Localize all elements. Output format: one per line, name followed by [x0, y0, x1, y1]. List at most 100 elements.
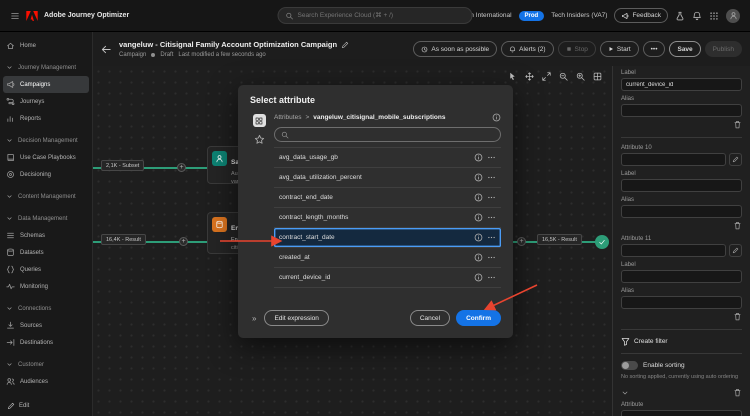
alerts-button[interactable]: Alerts (2): [501, 41, 554, 57]
publish-button[interactable]: Publish: [704, 41, 742, 57]
enable-sorting-toggle[interactable]: [621, 361, 638, 370]
chevron-down-icon[interactable]: [621, 389, 629, 397]
trash-icon[interactable]: [733, 120, 742, 129]
zoom-out-icon[interactable]: [556, 69, 570, 83]
more-icon[interactable]: [487, 233, 496, 242]
attribute-input[interactable]: [626, 156, 721, 163]
end-node[interactable]: [595, 235, 609, 249]
sidebar-item-decisioning[interactable]: Decisioning: [0, 166, 92, 183]
more-icon[interactable]: [487, 193, 496, 202]
attribute-select[interactable]: [621, 410, 742, 416]
sidebar-item-reports[interactable]: Reports: [0, 110, 92, 127]
info-icon[interactable]: [474, 173, 483, 182]
sidebar-item-sources[interactable]: Sources: [0, 317, 92, 334]
sidebar-item-queries[interactable]: Queries: [0, 261, 92, 278]
save-button[interactable]: Save: [669, 41, 701, 57]
stop-button[interactable]: Stop: [557, 41, 596, 57]
more-actions-button[interactable]: •••: [642, 41, 666, 57]
more-icon[interactable]: [487, 213, 496, 222]
confirm-button[interactable]: Confirm: [456, 310, 501, 326]
attribute-row[interactable]: created_at: [274, 248, 501, 268]
flask-icon[interactable]: [675, 11, 685, 21]
label-input[interactable]: [626, 81, 737, 88]
add-step-button[interactable]: +: [177, 163, 186, 172]
info-icon[interactable]: [474, 193, 483, 202]
more-icon[interactable]: [487, 153, 496, 162]
page-header: vangeluw - Citisignal Family Account Opt…: [93, 32, 750, 66]
label-input[interactable]: [626, 273, 737, 280]
label-input[interactable]: [626, 182, 737, 189]
sidebar-section-customer[interactable]: Customer: [0, 356, 92, 373]
global-search[interactable]: [277, 7, 473, 24]
sidebar-section-decision-management[interactable]: Decision Management: [0, 132, 92, 149]
more-icon[interactable]: [487, 173, 496, 182]
favorites-star-icon[interactable]: [254, 134, 265, 145]
attribute-row[interactable]: avg_data_usage_gb: [274, 148, 501, 168]
sidebar-section-connections[interactable]: Connections: [0, 300, 92, 317]
attribute-input[interactable]: [626, 247, 721, 254]
sidebar-item-campaigns[interactable]: Campaigns: [3, 76, 89, 93]
schedule-button[interactable]: As soon as possible: [413, 41, 498, 57]
trash-icon[interactable]: [733, 388, 742, 397]
back-arrow-icon[interactable]: [101, 44, 112, 55]
sidebar-item-home[interactable]: Home: [0, 37, 92, 54]
alias-input[interactable]: [626, 208, 737, 215]
sidebar-item-use-case-playbooks[interactable]: Use Case Playbooks: [0, 149, 92, 166]
pointer-tool-icon[interactable]: [505, 69, 519, 83]
info-icon[interactable]: [474, 273, 483, 282]
info-icon[interactable]: [474, 153, 483, 162]
fit-to-screen-icon[interactable]: [539, 69, 553, 83]
alias-input[interactable]: [626, 299, 737, 306]
pan-tool-icon[interactable]: [522, 69, 536, 83]
info-icon[interactable]: [474, 213, 483, 222]
attribute-row[interactable]: contract_end_date: [274, 188, 501, 208]
attribute-row[interactable]: avg_data_utilization_percent: [274, 168, 501, 188]
edit-attribute-button[interactable]: [729, 153, 742, 166]
feedback-button[interactable]: Feedback: [614, 8, 668, 23]
edit-title-icon[interactable]: [341, 41, 349, 49]
sidebar-section-journey-management[interactable]: Journey Management: [0, 59, 92, 76]
attribute-row-selected[interactable]: contract_start_date: [274, 228, 501, 248]
map-view-icon[interactable]: [590, 69, 604, 83]
breadcrumb-root[interactable]: Attributes: [274, 114, 301, 121]
sidebar-section-content-management[interactable]: Content Management: [0, 188, 92, 205]
menu-icon[interactable]: [10, 11, 20, 21]
expand-panel-button[interactable]: »: [250, 314, 258, 323]
edit-expression-button[interactable]: Edit expression: [264, 310, 329, 326]
avatar[interactable]: [726, 8, 740, 23]
sidebar-item-destinations[interactable]: Destinations: [0, 334, 92, 351]
more-icon[interactable]: [487, 273, 496, 282]
sidebar-item-journeys[interactable]: Journeys: [0, 93, 92, 110]
sidebar-item-monitoring[interactable]: Monitoring: [0, 278, 92, 295]
trash-icon[interactable]: [733, 221, 742, 230]
edit-attribute-button[interactable]: [729, 244, 742, 257]
bell-icon[interactable]: [692, 11, 702, 21]
zoom-in-icon[interactable]: [573, 69, 587, 83]
alias-input[interactable]: [626, 107, 737, 114]
attribute-row[interactable]: contract_length_months: [274, 208, 501, 228]
attributes-tab-icon[interactable]: [252, 114, 266, 127]
trash-icon[interactable]: [733, 312, 742, 321]
sidebar-section-data-management[interactable]: Data Management: [0, 210, 92, 227]
database-icon: [7, 248, 14, 257]
start-button[interactable]: Start: [599, 41, 639, 57]
add-step-button[interactable]: +: [517, 237, 526, 246]
cancel-button[interactable]: Cancel: [409, 310, 451, 326]
info-icon[interactable]: [474, 253, 483, 262]
attribute-row[interactable]: current_device_id: [274, 268, 501, 288]
sidebar-item-schemas[interactable]: Schemas: [0, 227, 92, 244]
dialog-body: Attributes > vangeluw_citisignal_mobile_…: [250, 113, 501, 288]
info-icon[interactable]: [474, 233, 483, 242]
global-search-input[interactable]: [297, 12, 465, 19]
attribute-search[interactable]: [274, 127, 501, 142]
info-icon[interactable]: [492, 113, 501, 122]
apps-grid-icon[interactable]: [709, 11, 719, 21]
sidebar-item-datasets[interactable]: Datasets: [0, 244, 92, 261]
more-icon[interactable]: [487, 253, 496, 262]
add-step-button[interactable]: +: [179, 237, 188, 246]
sidebar-item-audiences[interactable]: Audiences: [0, 373, 92, 390]
attribute-search-input[interactable]: [293, 131, 494, 138]
sidebar-edit-button[interactable]: Edit: [7, 402, 29, 410]
sandbox-name[interactable]: Tech Insiders (VA7): [551, 12, 607, 19]
create-filter-button[interactable]: Create filter: [621, 337, 742, 346]
